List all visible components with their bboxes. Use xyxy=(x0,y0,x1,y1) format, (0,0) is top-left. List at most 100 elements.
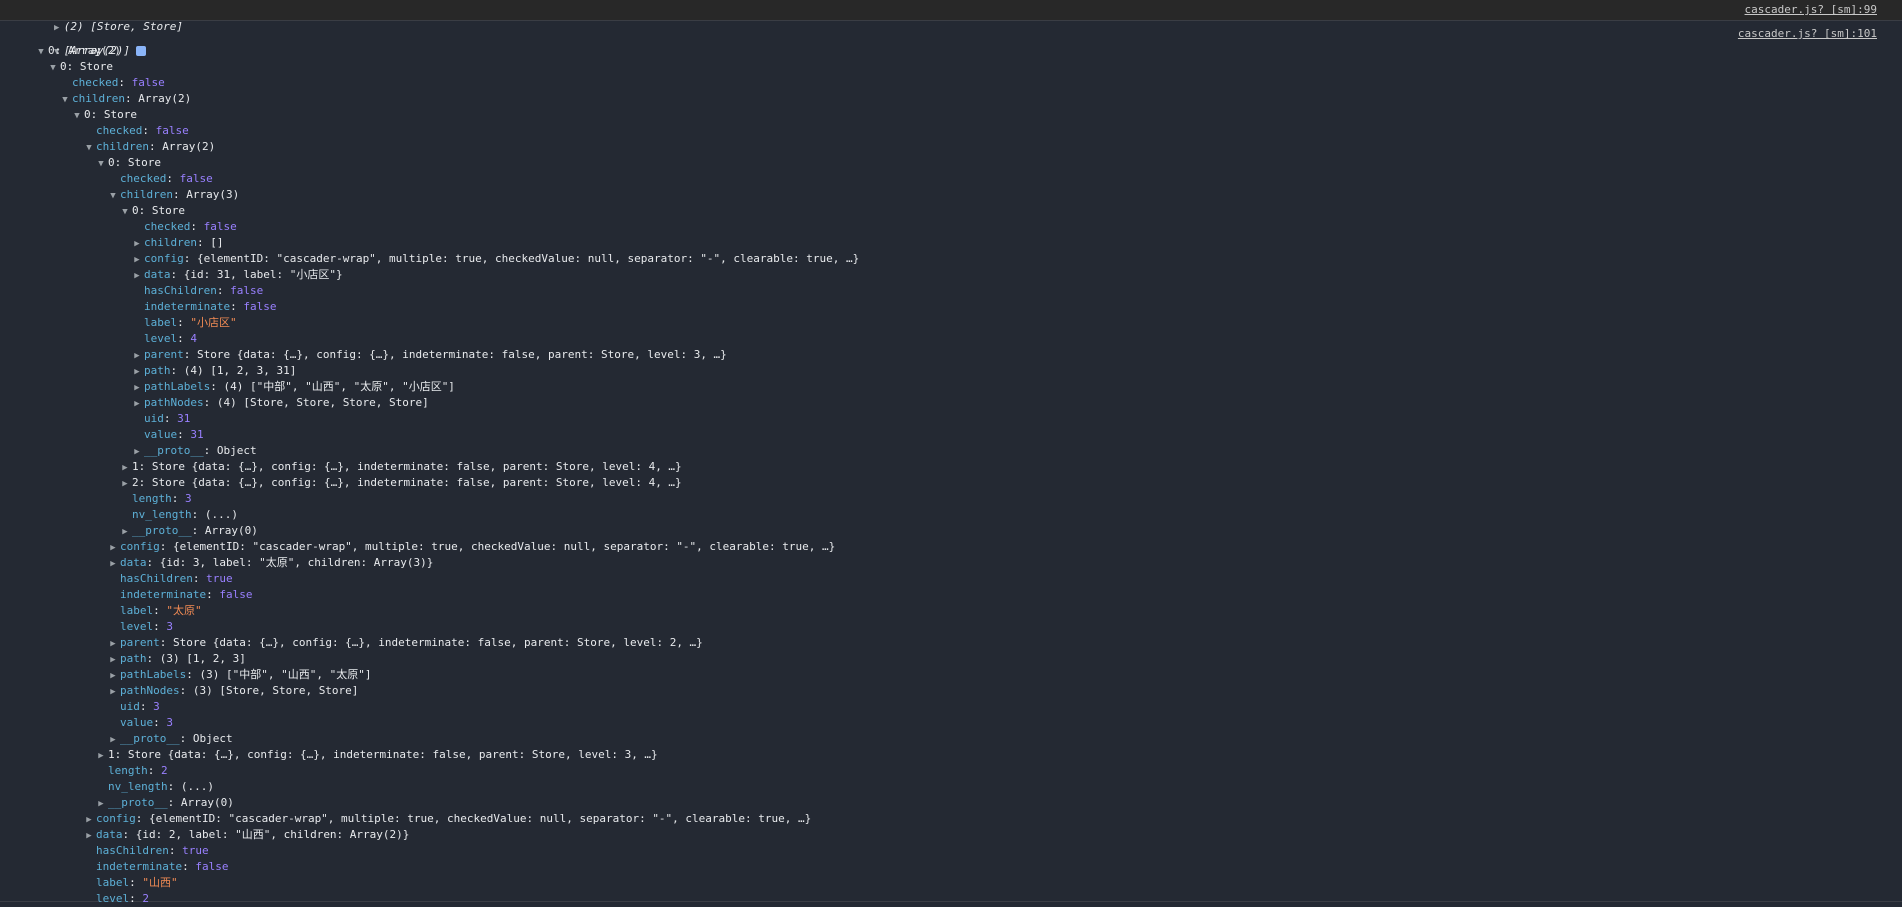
property-value: Store {data: {…}, config: {…}, indetermi… xyxy=(173,636,703,649)
tree-row[interactable]: ▶ pathNodes: (4) [Store, Store, Store, St… xyxy=(24,395,1902,411)
expand-triangle-icon[interactable]: ▶ xyxy=(96,796,106,812)
property-key: pathLabels xyxy=(120,668,187,681)
tree-row: uid: 3 xyxy=(24,699,1902,715)
tree-row[interactable]: ▶ pathNodes: (3) [Store, Store, Store] xyxy=(24,683,1902,699)
property-value: Array(2) xyxy=(67,44,121,57)
property-key: path xyxy=(144,364,171,377)
tree-row[interactable]: ▼ 0: Array(2) xyxy=(24,43,1902,59)
expand-triangle-icon[interactable]: ▶ xyxy=(108,652,118,668)
key-separator: : xyxy=(122,828,136,841)
expand-triangle-icon[interactable]: ▶ xyxy=(108,556,118,572)
tree-row[interactable]: ▶ parent: Store {data: {…}, config: {…}, … xyxy=(24,635,1902,651)
collapse-triangle-icon[interactable]: ▼ xyxy=(48,60,58,76)
property-key: nv_length xyxy=(108,780,168,793)
tree-row[interactable]: ▶ path: (3) [1, 2, 3] xyxy=(24,651,1902,667)
tree-row[interactable]: ▶ pathLabels: (4) ["中部", "山西", "太原", "小店区… xyxy=(24,379,1902,395)
property-key: config xyxy=(144,252,184,265)
property-value: Store {data: {…}, config: {…}, indetermi… xyxy=(127,748,658,761)
tree-row[interactable]: ▶ children: [] xyxy=(24,235,1902,251)
tree-row[interactable]: ▶ __proto__: Array(0) xyxy=(24,795,1902,811)
tree-row[interactable]: ▶ path: (4) [1, 2, 3, 31] xyxy=(24,363,1902,379)
expand-triangle-icon[interactable]: ▶ xyxy=(120,460,130,476)
key-separator: : xyxy=(153,604,167,617)
expand-triangle-icon[interactable]: ▶ xyxy=(132,236,142,252)
tree-row[interactable]: ▼ children: Array(3) xyxy=(24,187,1902,203)
tree-row[interactable]: ▶ __proto__: Object xyxy=(24,731,1902,747)
tree-row[interactable]: ▶ config: {elementID: "cascader-wrap", mu… xyxy=(24,539,1902,555)
source-link[interactable]: cascader.js? [sm]:101 xyxy=(1738,27,1877,40)
property-value: {elementID: "cascader-wrap", multiple: t… xyxy=(197,252,860,265)
expand-triangle-icon[interactable]: ▶ xyxy=(132,268,142,284)
property-value: 2 xyxy=(161,764,168,777)
collapse-triangle-icon[interactable]: ▼ xyxy=(108,188,118,204)
key-separator: : xyxy=(138,204,152,217)
key-separator: : xyxy=(191,524,205,537)
key-separator: : xyxy=(230,300,244,313)
message-2-summary-row[interactable]: ▼ [Array(2)] xyxy=(24,27,1902,57)
collapse-triangle-icon[interactable]: ▼ xyxy=(120,204,130,220)
key-separator: : xyxy=(203,444,217,457)
message-1-summary-row[interactable]: ▶ (2) [Store, Store] xyxy=(24,3,1902,33)
tree-row[interactable]: ▶ data: {id: 31, label: "小店区"} xyxy=(24,267,1902,283)
tree-row[interactable]: ▼ 0: Store xyxy=(24,59,1902,75)
property-value: false xyxy=(155,124,189,137)
info-icon[interactable] xyxy=(135,46,146,56)
key-separator: : xyxy=(118,76,132,89)
expand-triangle-icon[interactable]: ▶ xyxy=(108,732,118,748)
expand-triangle-icon[interactable]: ▶ xyxy=(84,812,94,828)
tree-row[interactable]: ▶ pathLabels: (3) ["中部", "山西", "太原"] xyxy=(24,667,1902,683)
tree-row[interactable]: ▶ 2: Store {data: {…}, config: {…}, indet… xyxy=(24,475,1902,491)
tree-row: label: "太原" xyxy=(24,603,1902,619)
tree-row: checked: false xyxy=(24,219,1902,235)
tree-row[interactable]: ▶ 1: Store {data: {…}, config: {…}, indet… xyxy=(24,459,1902,475)
collapse-triangle-icon[interactable]: ▼ xyxy=(60,92,70,108)
tree-row[interactable]: ▶ data: {id: 2, label: "山西", children: Ar… xyxy=(24,827,1902,843)
property-value: Array(2) xyxy=(138,92,192,105)
expand-triangle-icon[interactable]: ▶ xyxy=(84,828,94,844)
collapse-triangle-icon[interactable]: ▼ xyxy=(96,156,106,172)
expand-triangle-icon[interactable]: ▶ xyxy=(132,252,142,268)
tree-row[interactable]: ▶ __proto__: Array(0) xyxy=(24,523,1902,539)
key-separator: : xyxy=(186,668,200,681)
expand-triangle-icon[interactable]: ▶ xyxy=(108,540,118,556)
property-key: nv_length xyxy=(132,508,192,521)
expand-triangle-icon[interactable]: ▶ xyxy=(120,476,130,492)
key-separator: : xyxy=(177,428,191,441)
expand-triangle-icon[interactable]: ▶ xyxy=(96,748,106,764)
property-value: "小店区" xyxy=(190,316,237,329)
tree-row[interactable]: ▶ parent: Store {data: {…}, config: {…}, … xyxy=(24,347,1902,363)
property-key: hasChildren xyxy=(120,572,193,585)
property-value: 3 xyxy=(166,716,173,729)
tree-row[interactable]: ▼ children: Array(2) xyxy=(24,91,1902,107)
collapse-triangle-icon[interactable]: ▼ xyxy=(84,140,94,156)
expand-triangle-icon[interactable]: ▶ xyxy=(132,444,142,460)
property-key: 0 xyxy=(48,44,55,57)
key-separator: : xyxy=(172,188,187,201)
expand-triangle-icon[interactable]: ▶ xyxy=(120,524,130,540)
tree-row[interactable]: ▶ config: {elementID: "cascader-wrap", mu… xyxy=(24,811,1902,827)
expand-triangle-icon[interactable]: ▶ xyxy=(108,668,118,684)
expand-triangle-icon[interactable]: ▶ xyxy=(132,348,142,364)
expand-triangle-icon[interactable]: ▶ xyxy=(132,380,142,396)
tree-row: level: 2 xyxy=(24,891,1902,907)
expand-triangle-icon[interactable]: ▶ xyxy=(108,684,118,700)
expand-triangle-icon[interactable]: ▶ xyxy=(132,364,142,380)
object-tree: ▼ [Array(2)] ▼ 0: Array(2) ▼ 0: Store checked… xyxy=(24,27,1902,907)
expand-triangle-icon[interactable]: ▶ xyxy=(108,636,118,652)
tree-row[interactable]: ▶ data: {id: 3, label: "太原", children: Ar… xyxy=(24,555,1902,571)
tree-row[interactable]: ▼ children: Array(2) xyxy=(24,139,1902,155)
tree-row[interactable]: ▼ 0: Store xyxy=(24,155,1902,171)
tree-row[interactable]: ▶ config: {elementID: "cascader-wrap", mu… xyxy=(24,251,1902,267)
collapse-triangle-icon[interactable]: ▼ xyxy=(72,108,82,124)
message-1-rows: ▶ (2) [Store, Store] xyxy=(24,3,1902,33)
tree-row[interactable]: ▼ 0: Store xyxy=(24,107,1902,123)
source-link[interactable]: cascader.js? [sm]:99 xyxy=(1745,3,1877,16)
tree-row[interactable]: ▶ 1: Store {data: {…}, config: {…}, indet… xyxy=(24,747,1902,763)
property-key: level xyxy=(120,620,154,633)
collapse-triangle-icon[interactable]: ▼ xyxy=(36,44,46,60)
tree-row: hasChildren: true xyxy=(24,571,1902,587)
tree-row[interactable]: ▼ 0: Store xyxy=(24,203,1902,219)
expand-triangle-icon[interactable]: ▶ xyxy=(132,396,142,412)
tree-row[interactable]: ▶ __proto__: Object xyxy=(24,443,1902,459)
property-key: __proto__ xyxy=(120,732,180,745)
